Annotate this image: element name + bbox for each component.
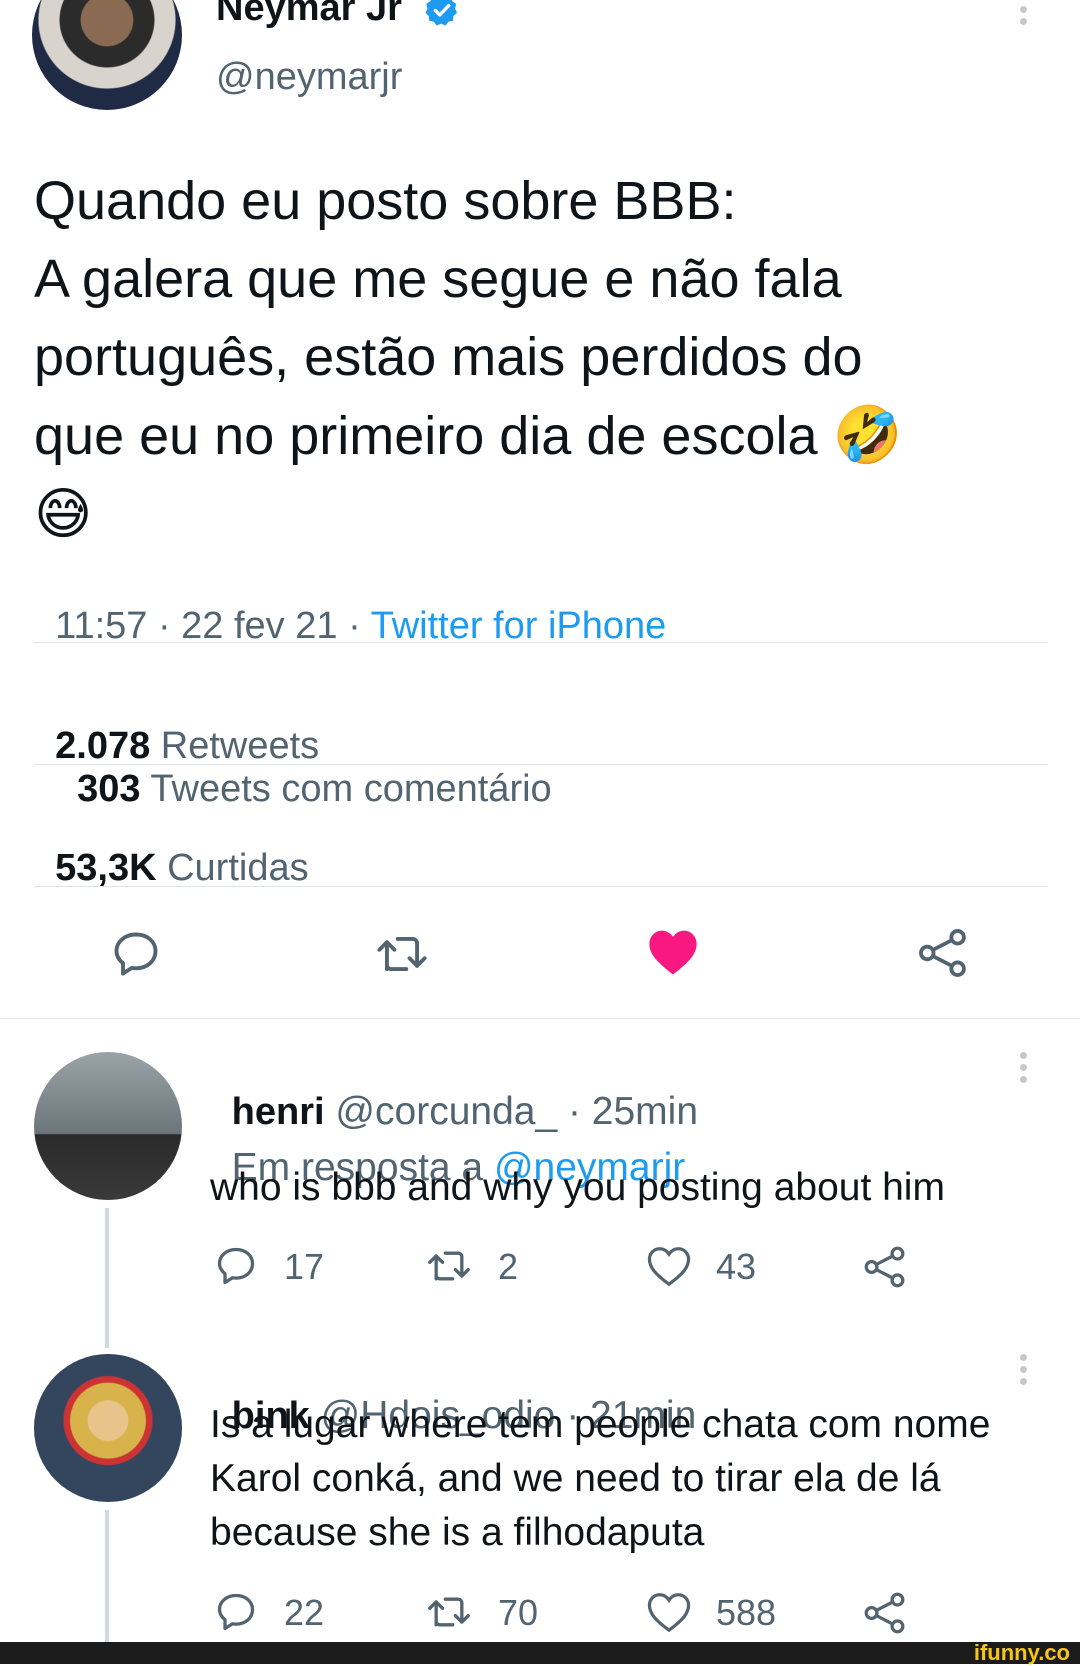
sweat-smile-emoji: 😅 [34,482,93,545]
author-avatar[interactable] [32,0,182,110]
reply-text-line: who is bbb and why you posting about him [210,1166,945,1209]
reply-icon[interactable] [214,1590,258,1634]
reply-avatar[interactable] [34,1052,182,1200]
rofl-emoji: 🤣 [832,403,903,466]
tweet-text-line: Quando eu posto sobre BBB: [34,171,737,231]
watermark-logo: ifunny.co [973,1640,1070,1665]
tweet-text-line: que eu no primeiro dia de escola [34,406,818,466]
retweet-count: 2 [498,1246,519,1287]
tweet-text-line: português, estão mais perdidos do [34,327,863,387]
share-icon[interactable] [862,1244,908,1290]
thread-line [105,1510,109,1644]
heart-icon[interactable] [646,1590,692,1634]
likes-stat[interactable]: 53,3K Curtidas [34,804,309,890]
retweet-icon[interactable] [424,1590,474,1634]
divider [34,764,1048,765]
retweet-count: 70 [498,1592,539,1633]
retweets-label: Retweets [160,725,320,767]
tweet-text: Quando eu posto sobre BBB: A galera que … [34,162,902,553]
reply-text-line: Karol conká, and we need to tirar ela de… [210,1457,941,1500]
heart-icon[interactable] [646,926,700,978]
more-options-icon[interactable] [1020,1354,1028,1390]
divider [0,1018,1080,1019]
reply-avatar[interactable] [34,1354,182,1502]
like-count: 588 [716,1592,777,1633]
author-name[interactable]: Neymar Jr [216,0,402,28]
reply-count: 22 [284,1592,325,1633]
tweet-meta: 11:57 · 22 fev 21 · Twitter for iPhone [34,562,666,648]
reply-text-line: Is a lugar where tem people chata com no… [210,1403,991,1446]
author-handle[interactable]: @neymarjr [216,56,402,99]
more-options-icon[interactable] [1020,1052,1028,1088]
reply-text: who is bbb and why you posting about him [210,1161,945,1215]
retweet-icon[interactable] [374,928,430,980]
stats-row: 2.078 Retweets 303 Tweets com comentário [34,682,552,811]
thread-line [105,1208,109,1348]
likes-count: 53,3K [55,847,157,889]
watermark-bar: ifunny.co [0,1640,1080,1665]
divider [34,886,1048,887]
reply-count: 17 [284,1246,325,1287]
retweets-stat[interactable]: 2.078 Retweets [55,725,319,767]
reply-text-line: because she is a filhodaputa [210,1511,705,1554]
likes-label: Curtidas [167,847,309,889]
share-icon[interactable] [862,1590,908,1636]
like-count: 43 [716,1246,757,1287]
reply-icon[interactable] [110,928,162,980]
tweet-text-line: A galera que me segue e não fala [34,249,842,309]
retweets-count: 2.078 [55,725,151,767]
divider [34,642,1048,643]
share-icon[interactable] [916,926,970,980]
tweet-source[interactable]: Twitter for iPhone [371,605,667,647]
verified-badge-icon [424,0,460,28]
heart-icon[interactable] [646,1244,692,1288]
retweet-icon[interactable] [424,1244,474,1288]
reply-icon[interactable] [214,1244,258,1288]
more-options-icon[interactable] [1020,6,1028,30]
reply-text: Is a lugar where tem people chata com no… [210,1398,990,1560]
tweet-timestamp[interactable]: 11:57 · 22 fev 21 · [55,605,370,647]
